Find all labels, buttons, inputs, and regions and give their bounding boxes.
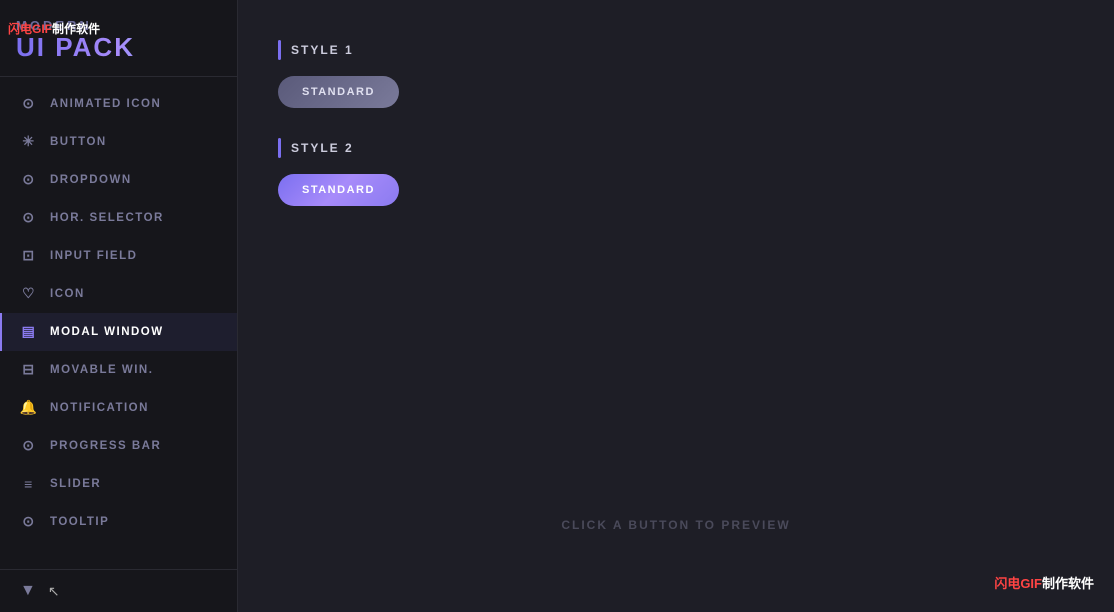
style1-standard-button[interactable]: STANDARD	[278, 76, 399, 108]
style2-section: STYLE 2 STANDARD	[278, 138, 1074, 206]
movable-win-label: MOVABLE WIN.	[50, 364, 153, 376]
movable-win-icon: ⊟	[20, 361, 38, 379]
style2-title-row: STYLE 2	[278, 138, 1074, 158]
button-icon: ✳	[20, 133, 38, 151]
sidebar-item-movable-win[interactable]: ⊟ MOVABLE WIN.	[0, 351, 237, 389]
sidebar-item-tooltip[interactable]: ⊙ TOOLTIP	[0, 503, 237, 541]
sidebar-logo: MODERN UI PACK	[0, 0, 237, 77]
style1-accent-bar	[278, 40, 281, 60]
notification-label: NOTIFICATION	[50, 402, 149, 414]
input-field-label: INPUT FIELD	[50, 250, 137, 262]
watermark-bottom-right: 闪电GIF制作软件	[994, 573, 1094, 592]
sidebar-item-modal-window[interactable]: ▤ MODAL WINDOW	[0, 313, 237, 351]
sidebar-item-slider[interactable]: ≡ SLIDER	[0, 465, 237, 503]
input-field-icon: ⊡	[20, 247, 38, 265]
sidebar-bottom: ▼ ↖	[0, 569, 237, 612]
style2-label: STYLE 2	[291, 141, 354, 155]
animated-icon-icon: ⊙	[20, 95, 38, 113]
button-label: BUTTON	[50, 136, 107, 148]
hor-selector-icon: ⊙	[20, 209, 38, 227]
cursor-indicator: ↖	[48, 583, 60, 600]
sidebar-item-input-field[interactable]: ⊡ INPUT FIELD	[0, 237, 237, 275]
modal-window-label: MODAL WINDOW	[50, 326, 164, 338]
style1-title-row: STYLE 1	[278, 40, 1074, 60]
progress-bar-label: PROGRESS BAR	[50, 440, 161, 452]
style2-accent-bar	[278, 138, 281, 158]
sidebar-item-notification[interactable]: 🔔 NOTIFICATION	[0, 389, 237, 427]
logo-modern: MODERN	[16, 18, 221, 33]
tooltip-label: TOOLTIP	[50, 516, 109, 528]
sidebar: 闪电GIF制作软件 MODERN UI PACK ⊙ANIMATED ICON✳…	[0, 0, 238, 612]
main-content-area: STYLE 1 STANDARD STYLE 2 STANDARD CLICK …	[238, 0, 1114, 612]
hor-selector-label: HOR. SELECTOR	[50, 212, 164, 224]
dropdown-label: DROPDOWN	[50, 174, 132, 186]
sidebar-item-progress-bar[interactable]: ⊙ PROGRESS BAR	[0, 427, 237, 465]
tooltip-icon: ⊙	[20, 513, 38, 531]
preview-hint-text: CLICK A BUTTON TO PREVIEW	[561, 518, 790, 532]
chevron-down-icon[interactable]: ▼	[20, 582, 36, 600]
dropdown-icon: ⊙	[20, 171, 38, 189]
modal-window-icon: ▤	[20, 323, 38, 341]
icon-label: ICON	[50, 288, 85, 300]
main-panel: STYLE 1 STANDARD STYLE 2 STANDARD	[238, 0, 1114, 256]
slider-label: SLIDER	[50, 478, 101, 490]
style1-label: STYLE 1	[291, 43, 354, 57]
sidebar-item-animated-icon[interactable]: ⊙ ANIMATED ICON	[0, 85, 237, 123]
notification-icon: 🔔	[20, 399, 38, 417]
animated-icon-label: ANIMATED ICON	[50, 98, 161, 110]
sidebar-item-button[interactable]: ✳ BUTTON	[0, 123, 237, 161]
sidebar-nav: ⊙ ANIMATED ICON ✳ BUTTON ⊙ DROPDOWN ⊙ HOR. SELE…	[0, 77, 237, 569]
sidebar-item-icon[interactable]: ♡ ICON	[0, 275, 237, 313]
style1-section: STYLE 1 STANDARD	[278, 40, 1074, 108]
logo-ui-pack: UI PACK	[16, 33, 221, 62]
sidebar-item-dropdown[interactable]: ⊙ DROPDOWN	[0, 161, 237, 199]
icon-icon: ♡	[20, 285, 38, 303]
sidebar-item-hor-selector[interactable]: ⊙ HOR. SELECTOR	[0, 199, 237, 237]
style2-standard-button[interactable]: STANDARD	[278, 174, 399, 206]
progress-bar-icon: ⊙	[20, 437, 38, 455]
slider-icon: ≡	[20, 475, 38, 493]
